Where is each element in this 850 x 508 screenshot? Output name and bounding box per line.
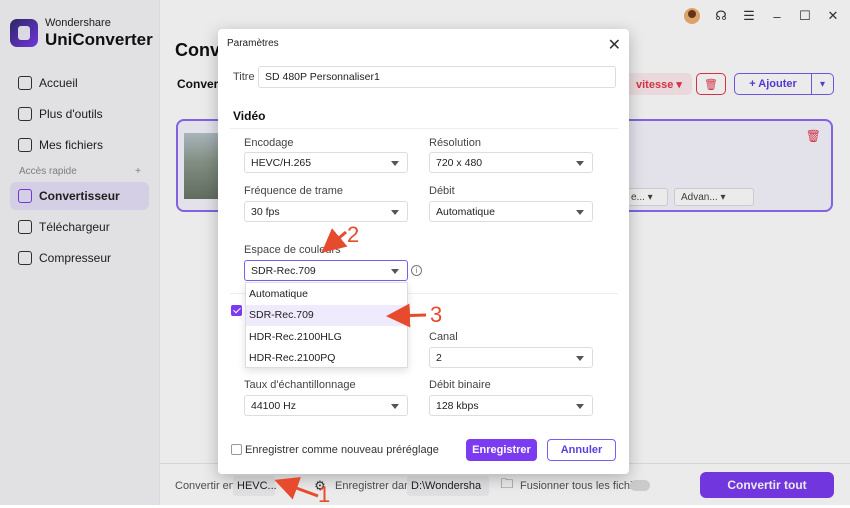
samplerate-label: Taux d'échantillonnage xyxy=(244,379,356,391)
save-button[interactable]: Enregistrer xyxy=(466,439,537,461)
resolution-select[interactable]: 720 x 480 xyxy=(429,152,593,173)
encoding-select[interactable]: HEVC/H.265 xyxy=(244,152,408,173)
chevron-down-icon xyxy=(391,404,399,409)
video-section-title: Vidéo xyxy=(233,109,266,123)
title-input[interactable]: SD 480P Personnaliser1 xyxy=(258,66,616,88)
chevron-down-icon xyxy=(391,161,399,166)
annotation-number-2: 2 xyxy=(347,222,360,247)
resolution-label: Résolution xyxy=(429,137,481,149)
app-window: Wondershare UniConverter Accueil Plus d'… xyxy=(0,0,850,507)
channel-label: Canal xyxy=(429,331,458,343)
colorspace-option-auto[interactable]: Automatique xyxy=(246,283,407,305)
chevron-down-icon xyxy=(576,210,584,215)
chevron-down-icon xyxy=(576,356,584,361)
divider xyxy=(230,128,618,129)
colorspace-dropdown-list: Automatique SDR-Rec.709 HDR-Rec.2100HLG … xyxy=(245,282,408,368)
encoding-label: Encodage xyxy=(244,137,294,149)
bitrate-select[interactable]: Automatique xyxy=(429,201,593,222)
colorspace-option-hdr-hlg[interactable]: HDR-Rec.2100HLG xyxy=(246,326,407,348)
info-icon[interactable]: i xyxy=(411,265,422,276)
save-preset-checkbox[interactable] xyxy=(231,444,242,455)
framerate-select[interactable]: 30 fps xyxy=(244,201,408,222)
framerate-label: Fréquence de trame xyxy=(244,185,344,197)
settings-dialog: Paramètres ✕ Titre SD 480P Personnaliser… xyxy=(218,29,629,474)
audio-checkbox[interactable] xyxy=(231,305,242,316)
colorspace-select[interactable]: SDR-Rec.709 xyxy=(244,260,408,281)
chevron-down-icon xyxy=(576,161,584,166)
colorspace-option-sdr709[interactable]: SDR-Rec.709 xyxy=(246,304,407,326)
samplerate-select[interactable]: 44100 Hz xyxy=(244,395,408,416)
chevron-down-icon xyxy=(576,404,584,409)
annotation-number-1: 1 xyxy=(318,482,331,507)
close-icon[interactable]: ✕ xyxy=(608,35,621,55)
save-preset-label: Enregistrer comme nouveau préréglage xyxy=(245,444,439,456)
title-label: Titre xyxy=(233,71,255,83)
annotation-number-3: 3 xyxy=(430,302,443,327)
audio-bitrate-select[interactable]: 128 kbps xyxy=(429,395,593,416)
chevron-down-icon xyxy=(391,269,399,274)
dialog-title: Paramètres xyxy=(227,38,279,49)
cancel-button[interactable]: Annuler xyxy=(547,439,616,461)
channel-select[interactable]: 2 xyxy=(429,347,593,368)
audio-bitrate-label: Débit binaire xyxy=(429,379,491,391)
bitrate-label: Débit xyxy=(429,185,455,197)
chevron-down-icon xyxy=(391,210,399,215)
colorspace-option-hdr-pq[interactable]: HDR-Rec.2100PQ xyxy=(246,348,407,370)
colorspace-label: Espace de couleurs xyxy=(244,244,341,256)
